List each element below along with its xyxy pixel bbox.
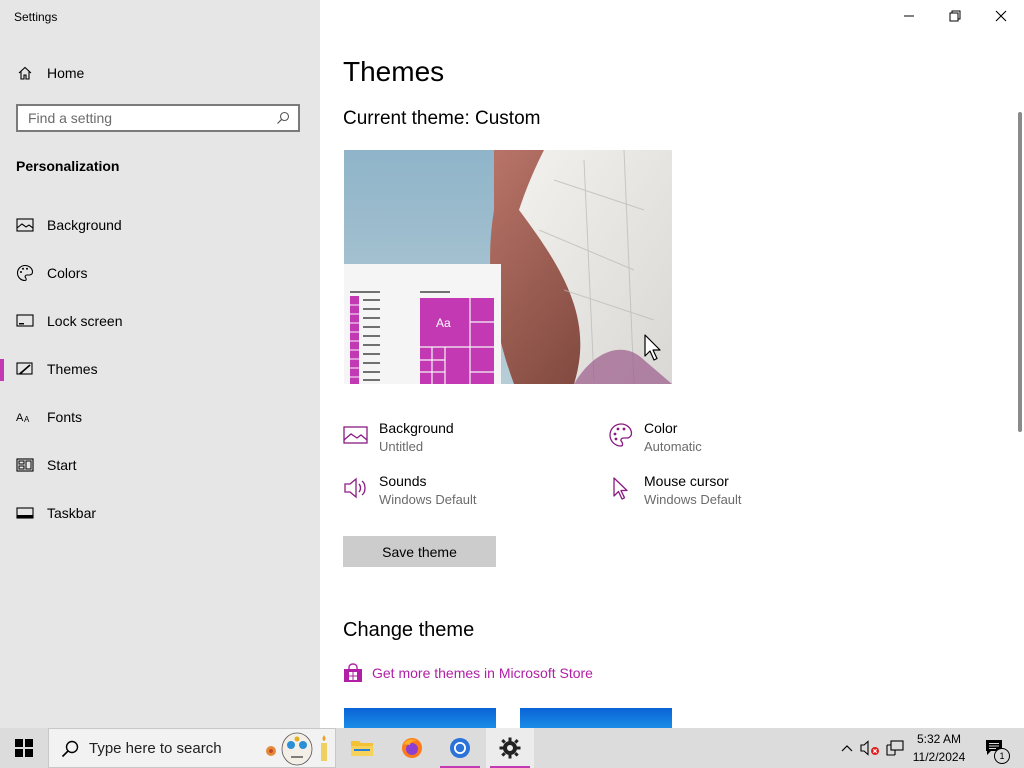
save-theme-button[interactable]: Save theme: [343, 536, 496, 567]
windows-logo-icon: [15, 739, 33, 757]
restore-icon: [949, 10, 961, 22]
firefox-icon: [402, 738, 422, 758]
search-icon[interactable]: [276, 111, 290, 125]
home-label: Home: [47, 65, 85, 81]
close-button[interactable]: [978, 0, 1024, 32]
speaker-icon: [343, 475, 369, 501]
setting-value: Windows Default: [644, 492, 742, 507]
taskbar-clock[interactable]: 5:32 AM 11/2/2024: [900, 728, 978, 768]
sidebar-item-label: Themes: [47, 361, 98, 377]
section-label: Personalization: [16, 158, 120, 174]
setting-name: Mouse cursor: [644, 473, 729, 489]
search-input[interactable]: [18, 106, 268, 130]
clock-time: 5:32 AM: [916, 732, 962, 746]
start-icon: [16, 456, 34, 474]
lock-screen-icon: [16, 312, 34, 330]
sidebar-item-label: Taskbar: [47, 505, 97, 521]
picture-icon: [343, 422, 369, 448]
restore-button[interactable]: [932, 0, 978, 32]
notification-count-badge: 1: [994, 748, 1010, 764]
themes-icon: [16, 360, 34, 378]
store-bag-icon: [343, 663, 363, 683]
preview-tile-text: Aa: [436, 316, 451, 330]
tray-volume-button[interactable]: [858, 728, 882, 768]
theme-preview-image: [344, 150, 672, 384]
setting-name: Sounds: [379, 473, 427, 489]
taskbar-search-box[interactable]: Type here to search: [48, 728, 336, 768]
taskbar-search-text: Type here to search: [89, 740, 222, 757]
setting-name: Color: [644, 420, 678, 436]
theme-color-setting[interactable]: Color Automatic: [608, 420, 838, 460]
taskbar-settings[interactable]: [486, 728, 534, 768]
search-box[interactable]: [16, 104, 300, 132]
svg-text:A: A: [24, 415, 30, 424]
page-title: Themes: [343, 56, 445, 87]
sidebar-item-label: Fonts: [47, 409, 83, 425]
svg-text:A: A: [16, 412, 24, 424]
current-theme-heading: Current theme: Custom: [343, 108, 541, 129]
sidebar-item-background[interactable]: Background: [0, 205, 320, 245]
taskbar-icon: [16, 504, 34, 522]
sidebar-item-lock-screen[interactable]: Lock screen: [0, 301, 320, 341]
sidebar-item-label: Lock screen: [47, 313, 123, 329]
taskbar: Type here to search 5:32 AM 11/2/2024 1: [0, 728, 1024, 768]
action-center-button[interactable]: 1: [978, 728, 1012, 768]
clock-date: 11/2/2024: [912, 750, 966, 764]
sidebar-item-fonts[interactable]: AA Fonts: [0, 397, 320, 437]
setting-name: Background: [379, 420, 454, 436]
store-link-label[interactable]: Get more themes in Microsoft Store: [372, 665, 593, 681]
tray-show-hidden-button[interactable]: [836, 728, 858, 768]
store-link[interactable]: Get more themes in Microsoft Store: [343, 662, 593, 684]
palette-icon: [608, 422, 634, 448]
sidebar-item-start[interactable]: Start: [0, 445, 320, 485]
volume-muted-icon: [860, 740, 879, 756]
home-button[interactable]: Home: [16, 62, 84, 84]
taskbar-file-explorer[interactable]: [338, 728, 386, 768]
sidebar-item-label: Background: [47, 217, 122, 233]
theme-background-setting[interactable]: Background Untitled: [343, 420, 573, 460]
window-title: Settings: [14, 10, 58, 24]
theme-thumbnail[interactable]: [344, 708, 496, 728]
sidebar-item-colors[interactable]: Colors: [0, 253, 320, 293]
theme-mouse-cursor-setting[interactable]: Mouse cursor Windows Default: [608, 473, 838, 513]
chevron-up-icon: [841, 745, 853, 752]
setting-value: Untitled: [379, 439, 424, 454]
start-button[interactable]: [0, 728, 48, 768]
change-theme-heading: Change theme: [343, 619, 475, 641]
palette-icon: [16, 264, 34, 282]
search-icon: [61, 740, 79, 758]
gear-icon: [499, 737, 521, 759]
folder-icon: [351, 741, 373, 756]
theme-preview: Aa: [344, 150, 672, 384]
setting-value: Automatic: [644, 439, 702, 454]
search-highlight-decoration-icon: [266, 732, 327, 766]
fonts-icon: AA: [16, 408, 34, 426]
sidebar-item-taskbar[interactable]: Taskbar: [0, 493, 320, 533]
sidebar-item-themes[interactable]: Themes: [0, 349, 320, 389]
sidebar: Settings Home Personalization Background…: [0, 0, 320, 728]
sidebar-item-label: Start: [47, 457, 77, 473]
setting-value: Windows Default: [379, 492, 477, 507]
theme-sounds-setting[interactable]: Sounds Windows Default: [343, 473, 573, 513]
minimize-button[interactable]: [886, 0, 932, 32]
picture-icon: [16, 216, 34, 234]
taskbar-firefox[interactable]: [388, 728, 436, 768]
home-icon: [16, 64, 34, 82]
sidebar-item-label: Colors: [47, 265, 88, 281]
chrome-icon: [450, 738, 470, 758]
taskbar-chrome[interactable]: [436, 728, 484, 768]
mouse-pointer: [644, 334, 661, 361]
minimize-icon: [904, 15, 914, 17]
cursor-icon: [608, 475, 634, 501]
scrollbar[interactable]: [1018, 112, 1022, 432]
close-icon: [995, 10, 1007, 22]
theme-thumbnail[interactable]: [520, 708, 672, 728]
